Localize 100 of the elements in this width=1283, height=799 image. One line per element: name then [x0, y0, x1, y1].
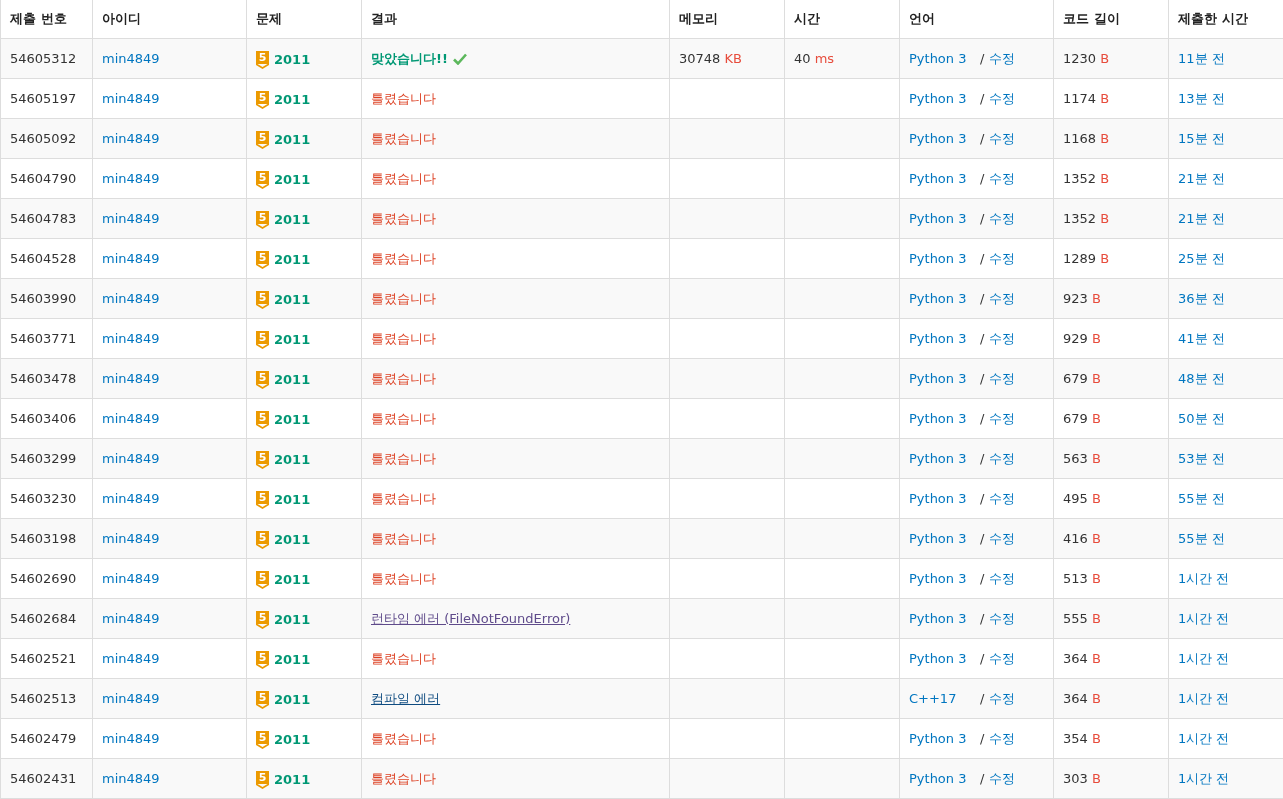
- problem-link[interactable]: 2011: [274, 692, 311, 707]
- edit-link[interactable]: 수정: [989, 249, 1016, 268]
- language-link[interactable]: Python 3: [909, 211, 967, 226]
- submitted-time-link[interactable]: 15분 전: [1178, 130, 1225, 146]
- language-link[interactable]: Python 3: [909, 451, 967, 466]
- edit-link[interactable]: 수정: [989, 289, 1016, 308]
- edit-link[interactable]: 수정: [989, 449, 1016, 468]
- language-link[interactable]: Python 3: [909, 731, 967, 746]
- user-link[interactable]: min4849: [102, 531, 160, 546]
- edit-link[interactable]: 수정: [989, 529, 1016, 548]
- language-link[interactable]: Python 3: [909, 171, 967, 186]
- submitted-time-link[interactable]: 25분 전: [1178, 250, 1225, 266]
- edit-link[interactable]: 수정: [989, 609, 1016, 628]
- submitted-time-link[interactable]: 21분 전: [1178, 210, 1225, 226]
- language-link[interactable]: Python 3: [909, 291, 967, 306]
- edit-link[interactable]: 수정: [989, 489, 1016, 508]
- language-link[interactable]: Python 3: [909, 371, 967, 386]
- language-link[interactable]: Python 3: [909, 411, 967, 426]
- user-link[interactable]: min4849: [102, 291, 160, 306]
- problem-link[interactable]: 2011: [274, 652, 311, 667]
- check-icon: [452, 52, 467, 65]
- problem-link[interactable]: 2011: [274, 532, 311, 547]
- problem-link[interactable]: 2011: [274, 412, 311, 427]
- problem-link[interactable]: 2011: [274, 372, 311, 387]
- edit-link[interactable]: 수정: [989, 329, 1016, 348]
- submitted-time-link[interactable]: 48분 전: [1178, 370, 1225, 386]
- problem-link[interactable]: 2011: [274, 732, 311, 747]
- submitted-time-link[interactable]: 11분 전: [1178, 50, 1225, 66]
- user-link[interactable]: min4849: [102, 771, 160, 786]
- problem-link[interactable]: 2011: [274, 452, 311, 467]
- edit-link[interactable]: 수정: [989, 569, 1016, 588]
- problem-link[interactable]: 2011: [274, 92, 311, 107]
- submitted-time-link[interactable]: 1시간 전: [1178, 770, 1230, 786]
- edit-link[interactable]: 수정: [989, 169, 1016, 188]
- language-link[interactable]: Python 3: [909, 491, 967, 506]
- language-link[interactable]: Python 3: [909, 51, 967, 66]
- language-link[interactable]: Python 3: [909, 531, 967, 546]
- user-link[interactable]: min4849: [102, 411, 160, 426]
- submitted-time-link[interactable]: 1시간 전: [1178, 650, 1230, 666]
- edit-link[interactable]: 수정: [989, 129, 1016, 148]
- code-length: 555 B: [1063, 611, 1101, 626]
- user-link[interactable]: min4849: [102, 571, 160, 586]
- user-link[interactable]: min4849: [102, 451, 160, 466]
- submitted-time-link[interactable]: 55분 전: [1178, 530, 1225, 546]
- edit-link[interactable]: 수정: [989, 89, 1016, 108]
- submitted-time-link[interactable]: 21분 전: [1178, 170, 1225, 186]
- problem-link[interactable]: 2011: [274, 252, 311, 267]
- user-link[interactable]: min4849: [102, 171, 160, 186]
- problem-link[interactable]: 2011: [274, 332, 311, 347]
- submitted-time-link[interactable]: 55분 전: [1178, 490, 1225, 506]
- submitted-time-link[interactable]: 1시간 전: [1178, 610, 1230, 626]
- language-link[interactable]: Python 3: [909, 331, 967, 346]
- submitted-time-link[interactable]: 41분 전: [1178, 330, 1225, 346]
- user-link[interactable]: min4849: [102, 371, 160, 386]
- problem-link[interactable]: 2011: [274, 612, 311, 627]
- language-link[interactable]: Python 3: [909, 91, 967, 106]
- edit-link[interactable]: 수정: [989, 209, 1016, 228]
- problem-link[interactable]: 2011: [274, 572, 311, 587]
- user-link[interactable]: min4849: [102, 131, 160, 146]
- time-value: 40 ms: [794, 51, 835, 66]
- problem-link[interactable]: 2011: [274, 172, 311, 187]
- problem-link[interactable]: 2011: [274, 132, 311, 147]
- user-link[interactable]: min4849: [102, 611, 160, 626]
- problem-link[interactable]: 2011: [274, 492, 311, 507]
- user-link[interactable]: min4849: [102, 731, 160, 746]
- user-link[interactable]: min4849: [102, 51, 160, 66]
- problem-link[interactable]: 2011: [274, 772, 311, 787]
- language-link[interactable]: C++17: [909, 691, 957, 706]
- edit-link[interactable]: 수정: [989, 689, 1016, 708]
- submitted-time-link[interactable]: 1시간 전: [1178, 730, 1230, 746]
- submitted-time-link[interactable]: 13분 전: [1178, 90, 1225, 106]
- result-text: 틀렸습니다: [371, 769, 436, 788]
- user-link[interactable]: min4849: [102, 491, 160, 506]
- language-link[interactable]: Python 3: [909, 251, 967, 266]
- problem-link[interactable]: 2011: [274, 52, 311, 67]
- edit-link[interactable]: 수정: [989, 49, 1016, 68]
- user-link[interactable]: min4849: [102, 691, 160, 706]
- language-link[interactable]: Python 3: [909, 611, 967, 626]
- user-link[interactable]: min4849: [102, 331, 160, 346]
- problem-link[interactable]: 2011: [274, 212, 311, 227]
- problem-link[interactable]: 2011: [274, 292, 311, 307]
- user-link[interactable]: min4849: [102, 651, 160, 666]
- user-link[interactable]: min4849: [102, 91, 160, 106]
- submitted-time-link[interactable]: 1시간 전: [1178, 570, 1230, 586]
- submitted-time-link[interactable]: 1시간 전: [1178, 690, 1230, 706]
- language-link[interactable]: Python 3: [909, 571, 967, 586]
- user-link[interactable]: min4849: [102, 211, 160, 226]
- edit-link[interactable]: 수정: [989, 649, 1016, 668]
- submitted-time-link[interactable]: 53분 전: [1178, 450, 1225, 466]
- language-link[interactable]: Python 3: [909, 771, 967, 786]
- language-link[interactable]: Python 3: [909, 651, 967, 666]
- edit-link[interactable]: 수정: [989, 769, 1016, 788]
- edit-link[interactable]: 수정: [989, 369, 1016, 388]
- language-link[interactable]: Python 3: [909, 131, 967, 146]
- result-text: 틀렸습니다: [371, 129, 436, 148]
- edit-link[interactable]: 수정: [989, 409, 1016, 428]
- submitted-time-link[interactable]: 50분 전: [1178, 410, 1225, 426]
- edit-link[interactable]: 수정: [989, 729, 1016, 748]
- user-link[interactable]: min4849: [102, 251, 160, 266]
- submitted-time-link[interactable]: 36분 전: [1178, 290, 1225, 306]
